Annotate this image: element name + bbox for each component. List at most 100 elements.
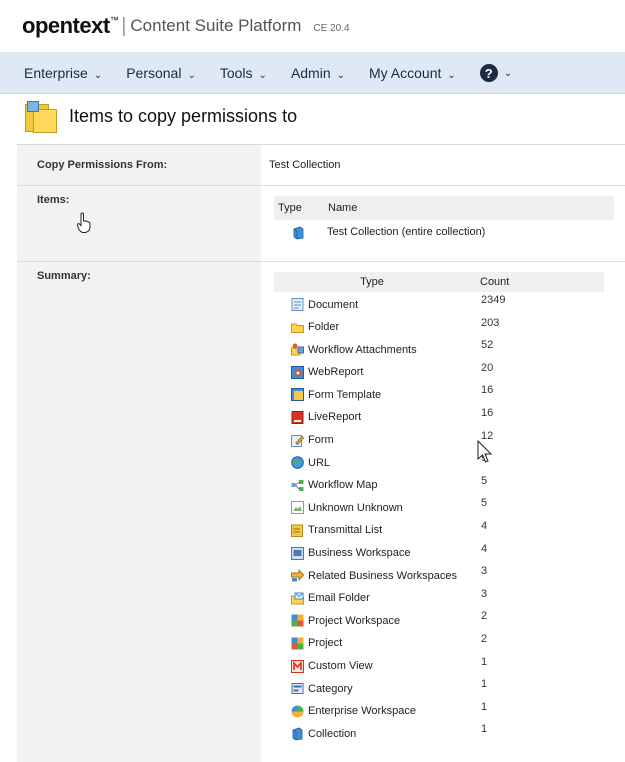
table-row: Project 2 bbox=[274, 631, 604, 654]
table-row: Form Template 16 bbox=[274, 382, 604, 405]
summary-type-label: WebReport bbox=[308, 366, 364, 379]
chevron-down-icon: ⌄ bbox=[336, 70, 346, 81]
table-row: Collection 1 bbox=[274, 721, 604, 744]
related-workspaces-icon bbox=[291, 568, 305, 582]
summary-type-label: Workflow Attachments bbox=[308, 343, 417, 356]
summary-count: 52 bbox=[481, 339, 494, 352]
table-row: Document 2349 bbox=[274, 292, 604, 315]
summary-type-label: Related Business Workspaces bbox=[308, 569, 457, 582]
enterprise-workspace-icon bbox=[291, 705, 304, 718]
summary-type-label: URL bbox=[308, 456, 331, 469]
summary-count: 1 bbox=[481, 700, 488, 713]
table-row: Project Workspace 2 bbox=[274, 608, 604, 631]
summary-type-label: Project bbox=[308, 637, 343, 650]
summary-table-header: Type Count bbox=[274, 272, 604, 292]
header-separator: | bbox=[121, 14, 127, 37]
summary-count: 1 bbox=[481, 655, 488, 668]
summary-type-label: Enterprise Workspace bbox=[308, 705, 417, 718]
project-workspace-icon bbox=[291, 614, 304, 627]
page-title: Items to copy permissions to bbox=[69, 105, 298, 126]
summary-count: 203 bbox=[481, 316, 500, 329]
table-row: Email Folder 3 bbox=[274, 586, 604, 609]
table-row: Transmittal List 4 bbox=[274, 518, 604, 541]
summary-type-label: LiveReport bbox=[308, 411, 362, 424]
summary-type-label: Business Workspace bbox=[308, 547, 411, 560]
document-icon bbox=[291, 298, 304, 311]
nav-personal-menu[interactable]: Personal ⌄ bbox=[126, 65, 196, 81]
summary-type-label: Email Folder bbox=[308, 592, 370, 605]
workflow-attachments-icon bbox=[291, 343, 304, 356]
version-label: CE 20.4 bbox=[313, 22, 350, 34]
nav-help-menu[interactable]: ? ⌄ bbox=[479, 64, 513, 82]
summary-count: 2349 bbox=[481, 294, 506, 306]
nav-enterprise-menu[interactable]: Enterprise ⌄ bbox=[24, 65, 102, 81]
summary-table: Type Count Document 2349 Folder 203 Work… bbox=[274, 272, 604, 744]
summary-type-label: Workflow Map bbox=[308, 479, 378, 492]
summary-count: 16 bbox=[481, 384, 494, 397]
transmittal-list-icon bbox=[291, 524, 304, 537]
nav-admin-menu[interactable]: Admin ⌄ bbox=[291, 65, 345, 81]
table-row: Test Collection (entire collection) bbox=[274, 220, 614, 244]
chevron-down-icon: ⌄ bbox=[93, 70, 103, 81]
summary-count: 3 bbox=[481, 565, 488, 578]
workflow-map-icon bbox=[291, 479, 304, 492]
chevron-down-icon: ⌄ bbox=[503, 67, 513, 79]
copy-permissions-icon bbox=[25, 101, 57, 133]
platform-name: Content Suite Platform bbox=[130, 16, 302, 35]
summary-count: 1 bbox=[481, 678, 488, 691]
table-row: Workflow Map 5 bbox=[274, 473, 604, 496]
collection-icon bbox=[291, 727, 304, 741]
summary-count: 4 bbox=[481, 519, 488, 532]
summary-type-label: Folder bbox=[308, 321, 340, 334]
email-folder-icon bbox=[291, 592, 304, 605]
page-title-row: Items to copy permissions to bbox=[25, 101, 298, 133]
chevron-down-icon: ⌄ bbox=[447, 70, 456, 81]
items-label: Items: bbox=[17, 186, 261, 261]
summary-type-label: Form Template bbox=[308, 388, 382, 401]
summary-type-label: Transmittal List bbox=[308, 524, 383, 537]
summary-type-label: Project Workspace bbox=[308, 614, 401, 627]
opentext-logo[interactable]: opentext™ bbox=[22, 13, 119, 39]
table-row: Category 1 bbox=[274, 676, 604, 699]
table-row: Enterprise Workspace 1 bbox=[274, 699, 604, 722]
copy-from-label: Copy Permissions From: bbox=[17, 145, 261, 185]
table-row: URL 9 bbox=[274, 450, 604, 473]
business-workspace-icon bbox=[291, 546, 304, 560]
project-icon bbox=[291, 637, 304, 650]
summary-count: 20 bbox=[481, 361, 494, 374]
webreport-icon bbox=[291, 365, 304, 379]
form-icon bbox=[291, 434, 305, 447]
summary-type-label: Custom View bbox=[308, 660, 373, 672]
form-template-icon bbox=[291, 388, 304, 402]
summary-count: 3 bbox=[481, 587, 488, 600]
category-icon bbox=[291, 682, 304, 695]
items-name-header: Name bbox=[328, 202, 358, 214]
table-row: Custom View 1 bbox=[274, 654, 604, 677]
table-row: LiveReport 16 bbox=[274, 405, 604, 428]
items-table: Type Name Test Collection (entire collec… bbox=[274, 196, 614, 244]
hand-cursor-icon bbox=[76, 212, 92, 239]
table-row: Related Business Workspaces 3 bbox=[274, 563, 604, 586]
items-row: Items: Type Name Test Collection (entire… bbox=[17, 186, 625, 262]
summary-count: 5 bbox=[481, 474, 488, 487]
summary-count: 1 bbox=[481, 723, 488, 736]
summary-count: 2 bbox=[481, 610, 488, 623]
nav-tools-menu[interactable]: Tools ⌄ bbox=[220, 65, 267, 81]
livereport-icon bbox=[291, 410, 304, 424]
table-row: Form 12 bbox=[274, 428, 604, 451]
nav-my-account-menu[interactable]: My Account ⌄ bbox=[369, 65, 456, 81]
folder-icon bbox=[291, 321, 304, 334]
table-row: Business Workspace 4 bbox=[274, 541, 604, 564]
collection-icon bbox=[292, 226, 305, 239]
app-header: opentext™ | Content Suite Platform CE 20… bbox=[0, 0, 625, 53]
help-icon: ? bbox=[479, 64, 498, 82]
summary-type-label: Category bbox=[308, 682, 353, 695]
arrow-cursor-icon bbox=[477, 439, 493, 469]
table-row: Folder 203 bbox=[274, 315, 604, 338]
item-name[interactable]: Test Collection (entire collection) bbox=[327, 226, 485, 238]
summary-count: 16 bbox=[481, 406, 494, 419]
summary-count: 4 bbox=[481, 542, 488, 555]
items-table-header: Type Name bbox=[274, 196, 614, 220]
summary-count: 2 bbox=[481, 632, 488, 645]
summary-row: Summary: Type Count Document 2349 Folder… bbox=[17, 262, 625, 762]
